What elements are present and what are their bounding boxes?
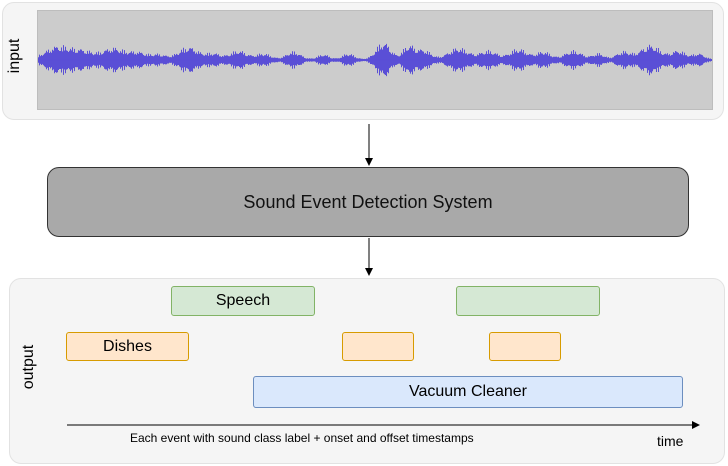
time-axis-label: time (657, 433, 684, 449)
time-axis (67, 421, 700, 429)
output-caption: Each event with sound class label + onse… (130, 431, 474, 445)
